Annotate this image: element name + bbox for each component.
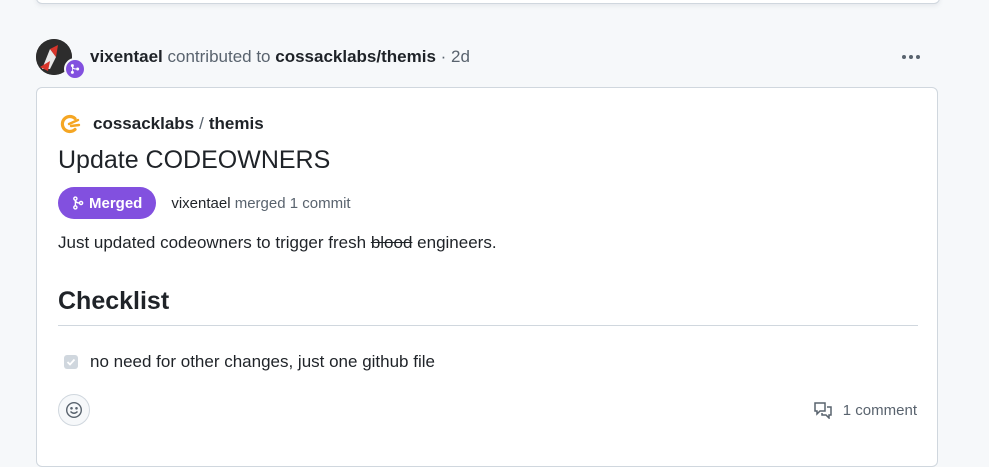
git-merge-icon — [73, 196, 84, 210]
kebab-horizontal-icon — [902, 55, 920, 59]
repo-owner-link[interactable]: cossacklabs — [93, 114, 194, 134]
avatar[interactable] — [36, 39, 86, 80]
pr-body-text: Just updated codeowners to trigger fresh… — [58, 233, 497, 253]
repo-logo-icon — [60, 114, 81, 134]
checklist-checkbox — [64, 355, 78, 369]
previous-feed-card — [36, 0, 940, 4]
event-action-text: contributed to — [167, 47, 271, 66]
card-repo-line: cossacklabs / themis — [59, 113, 264, 135]
event-description: vixentael contributed to cossacklabs/the… — [90, 47, 470, 67]
event-user-link[interactable]: vixentael — [90, 47, 163, 66]
pr-body-before: Just updated codeowners to trigger fresh — [58, 233, 367, 252]
smiley-icon — [65, 401, 83, 419]
merge-meta: vixentael merged 1 commit — [171, 195, 350, 212]
comment-count-link[interactable]: 1 comment — [813, 401, 917, 419]
checklist-item: no need for other changes, just one gith… — [64, 352, 435, 372]
repo-name-link[interactable]: themis — [209, 114, 264, 134]
more-options-button[interactable] — [898, 44, 924, 70]
merge-text: merged 1 commit — [234, 194, 351, 212]
pr-title-link[interactable]: Update CODEOWNERS — [58, 146, 330, 175]
feed-event-header: vixentael contributed to cossacklabs/the… — [36, 38, 938, 80]
event-separator: · — [440, 47, 447, 66]
git-merge-icon — [64, 58, 86, 80]
pr-body-after: engineers. — [417, 233, 497, 252]
pr-body-struck: blood — [370, 233, 413, 252]
merge-user-link[interactable]: vixentael — [171, 195, 230, 212]
pull-request-card: cossacklabs / themis Update CODEOWNERS M… — [36, 87, 938, 467]
repo-slash: / — [199, 114, 204, 133]
event-repo-link[interactable]: cossacklabs/themis — [275, 47, 436, 66]
merge-status-row: Merged vixentael merged 1 commit — [58, 187, 351, 219]
event-age[interactable]: 2d — [451, 47, 470, 66]
comment-discussion-icon — [814, 402, 832, 419]
check-icon — [66, 358, 76, 366]
comment-count-label[interactable]: 1 comment — [843, 402, 917, 419]
checklist-heading: Checklist — [58, 287, 918, 326]
checklist-item-label: no need for other changes, just one gith… — [90, 352, 435, 371]
merged-status-badge: Merged — [58, 187, 157, 219]
add-reaction-button[interactable] — [58, 394, 90, 426]
merged-status-label: Merged — [89, 194, 143, 212]
